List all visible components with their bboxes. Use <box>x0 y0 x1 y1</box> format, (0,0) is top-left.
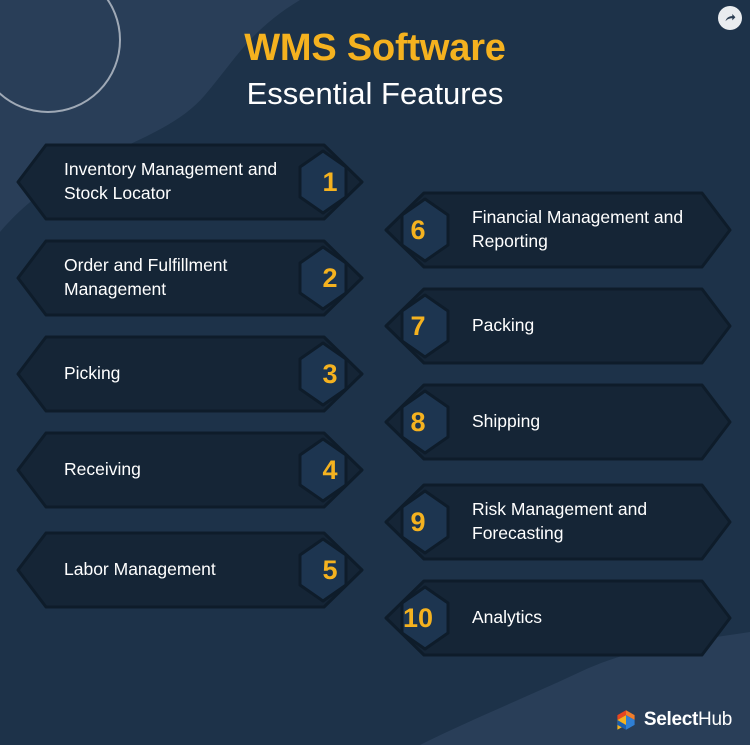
feature-row[interactable]: Labor Management 5 <box>16 531 376 609</box>
feature-label: Packing <box>472 315 535 336</box>
feature-label: Risk Management and Forecasting <box>472 499 648 543</box>
feature-row[interactable]: Risk Management and Forecasting 9 <box>372 483 732 561</box>
feature-label: Analytics <box>472 607 543 628</box>
share-button[interactable] <box>718 6 742 30</box>
feature-label: Financial Management and Reporting <box>472 207 684 251</box>
feature-number: 7 <box>410 310 426 341</box>
logo-name-light: Hub <box>698 709 732 730</box>
feature-label: Shipping <box>472 411 541 432</box>
feature-number: 10 <box>402 602 434 633</box>
page-header: WMS Software Essential Features <box>0 26 750 114</box>
feature-row[interactable]: Analytics 10 <box>372 579 732 657</box>
feature-row[interactable]: Order and Fulfillment Management 2 <box>16 239 376 317</box>
feature-number: 6 <box>410 214 426 245</box>
feature-number: 2 <box>322 262 338 293</box>
feature-row[interactable]: Receiving 4 <box>16 431 376 509</box>
feature-label: Order and Fulfillment Management <box>64 255 228 299</box>
feature-label: Labor Management <box>64 559 216 580</box>
feature-row[interactable]: Shipping 8 <box>372 383 732 461</box>
feature-row[interactable]: Inventory Management and Stock Locator 1 <box>16 143 376 221</box>
feature-number: 5 <box>322 554 338 585</box>
feature-row[interactable]: Financial Management and Reporting 6 <box>372 191 732 269</box>
feature-number: 4 <box>322 454 338 485</box>
feature-label: Inventory Management and Stock Locator <box>64 159 278 203</box>
feature-number: 8 <box>410 406 426 437</box>
selecthub-logo[interactable]: SelectHub <box>615 709 732 731</box>
page-title: WMS Software <box>244 27 506 69</box>
feature-number: 9 <box>410 506 426 537</box>
feature-label: Picking <box>64 363 121 384</box>
page-subtitle: Essential Features <box>246 75 504 111</box>
selecthub-wordmark: SelectHub <box>644 709 732 731</box>
feature-number: 1 <box>322 166 338 197</box>
feature-row[interactable]: Picking 3 <box>16 335 376 413</box>
logo-name-bold: Select <box>643 709 699 730</box>
feature-number: 3 <box>322 358 338 389</box>
share-arrow-icon <box>725 14 736 22</box>
selecthub-cube-icon <box>617 710 635 730</box>
infographic-canvas: WMS Software Essential Features Inventor… <box>0 0 750 745</box>
feature-label: Receiving <box>64 459 141 480</box>
feature-row[interactable]: Packing 7 <box>372 287 732 365</box>
